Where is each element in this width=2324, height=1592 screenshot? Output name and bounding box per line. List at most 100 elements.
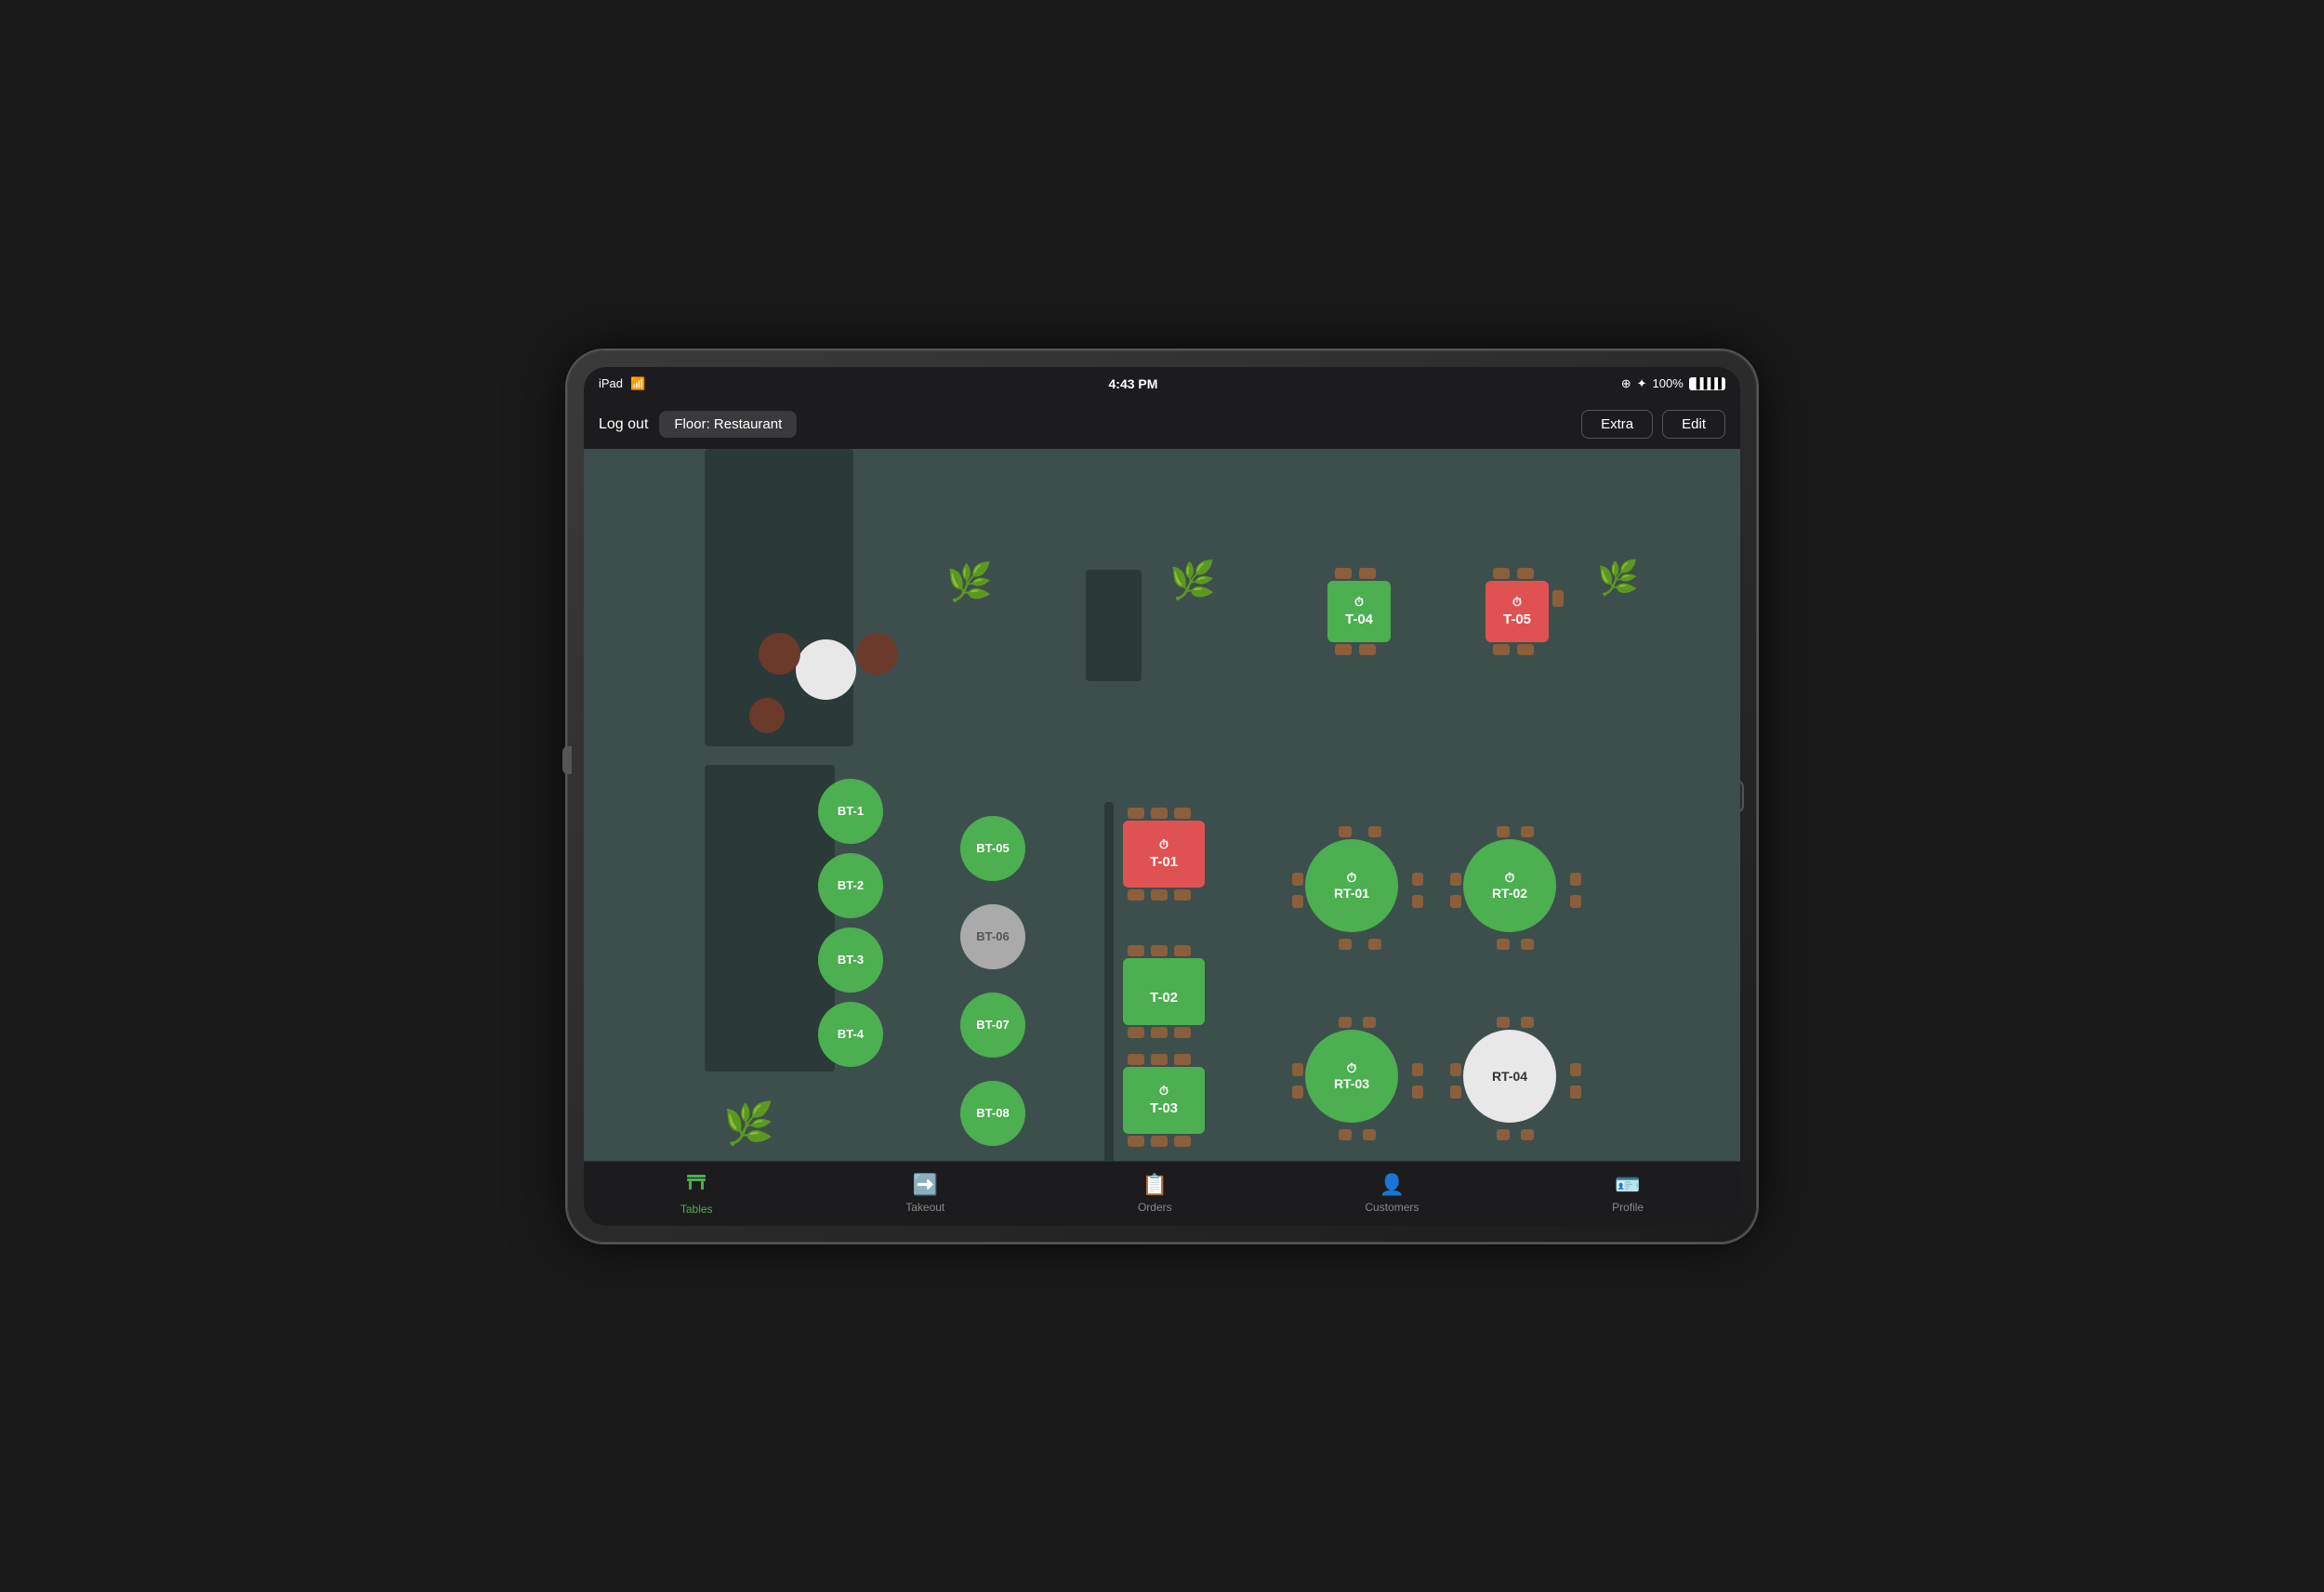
chair — [1493, 644, 1510, 655]
battery-icon: ▐▐▐▐ — [1689, 377, 1725, 390]
nav-tables-label: Tables — [680, 1203, 713, 1216]
clock-icon: ⏱ — [1347, 870, 1357, 886]
chair — [1335, 644, 1352, 655]
extra-button[interactable]: Extra — [1581, 410, 1653, 439]
clock-icon: ⏱ — [1159, 1084, 1169, 1099]
chair — [1521, 826, 1534, 837]
chair — [1517, 568, 1534, 579]
floor-label: Floor: Restaurant — [659, 411, 797, 438]
chair — [1493, 568, 1510, 579]
chair — [1570, 895, 1581, 908]
chair — [1368, 939, 1381, 950]
table-label: RT-01 — [1334, 886, 1369, 901]
ipad-screen: iPad 📶 4:43 PM ⊕ ✦ 100% ▐▐▐▐ Log out Flo… — [584, 367, 1740, 1226]
chair — [1339, 1017, 1352, 1028]
nav-customers[interactable]: 👤 Customers — [1346, 1167, 1437, 1219]
clock-icon: ⏱ — [1505, 870, 1515, 886]
chair — [1174, 889, 1191, 901]
chair — [1292, 1085, 1303, 1099]
table-bt3[interactable]: BT-3 — [818, 928, 883, 993]
table-bt07[interactable]: BT-07 — [960, 993, 1025, 1058]
table-bt4[interactable]: BT-4 — [818, 1002, 883, 1067]
seat-1 — [759, 633, 800, 675]
seat-3 — [749, 698, 785, 733]
chair — [1359, 568, 1376, 579]
chair — [1151, 808, 1168, 819]
room-divider-1 — [705, 449, 853, 746]
chair — [1412, 1063, 1423, 1076]
plant-2: 🌿 — [1169, 559, 1216, 602]
nav-orders[interactable]: 📋 Orders — [1119, 1167, 1191, 1219]
nav-profile-label: Profile — [1612, 1201, 1644, 1214]
chair — [1339, 826, 1352, 837]
chair — [1363, 1129, 1376, 1140]
customers-icon: 👤 — [1380, 1173, 1405, 1197]
chair — [1174, 1027, 1191, 1038]
table-bt08[interactable]: BT-08 — [960, 1081, 1025, 1146]
table-label: T-03 — [1150, 1100, 1178, 1116]
chair — [1128, 1054, 1144, 1065]
room-divider-3 — [705, 765, 835, 1072]
table-t05[interactable]: ⏱ T-05 — [1486, 581, 1549, 642]
plant-4: 🌿 — [723, 1099, 774, 1148]
nav-takeout[interactable]: ➡️ Takeout — [887, 1167, 963, 1219]
ipad-device: iPad 📶 4:43 PM ⊕ ✦ 100% ▐▐▐▐ Log out Flo… — [567, 350, 1757, 1243]
nav-takeout-label: Takeout — [905, 1201, 944, 1214]
chair — [1450, 895, 1461, 908]
chair — [1412, 1085, 1423, 1099]
table-rt01[interactable]: ⏱ RT-01 — [1305, 839, 1398, 932]
chair — [1339, 939, 1352, 950]
chair — [1497, 939, 1510, 950]
chair — [1552, 590, 1564, 607]
location-icon: ⊕ — [1621, 376, 1631, 391]
clock-icon: ⏱ — [1347, 1060, 1357, 1076]
chair — [1174, 1136, 1191, 1147]
status-time: 4:43 PM — [1109, 376, 1158, 391]
chair — [1521, 939, 1534, 950]
table-bt06[interactable]: BT-06 — [960, 904, 1025, 969]
table-label: RT-03 — [1334, 1076, 1369, 1091]
plant-1: 🌿 — [946, 560, 993, 604]
nav-profile[interactable]: 🪪 Profile — [1593, 1167, 1662, 1219]
table-label: T-04 — [1345, 612, 1373, 627]
wifi-icon: 📶 — [630, 376, 645, 391]
device-name: iPad — [599, 376, 623, 390]
chair — [1339, 1129, 1352, 1140]
orders-icon: 📋 — [1142, 1173, 1168, 1197]
table-t02[interactable]: T-02 — [1123, 958, 1205, 1025]
table-label: T-02 — [1150, 990, 1178, 1006]
lounge-table — [796, 639, 856, 700]
table-bt1[interactable]: BT-1 — [818, 779, 883, 844]
chair — [1151, 1136, 1168, 1147]
chair — [1151, 1054, 1168, 1065]
side-button — [562, 746, 572, 774]
table-label: T-01 — [1150, 854, 1178, 870]
table-bt2[interactable]: BT-2 — [818, 853, 883, 918]
chair — [1497, 826, 1510, 837]
chair — [1412, 873, 1423, 886]
table-t03[interactable]: ⏱ T-03 — [1123, 1067, 1205, 1134]
chair — [1335, 568, 1352, 579]
nav-tables[interactable]: Tables — [662, 1165, 732, 1221]
edit-button[interactable]: Edit — [1662, 410, 1725, 439]
clock-icon: ⏱ — [1512, 595, 1522, 610]
chair — [1174, 1054, 1191, 1065]
chair — [1521, 1017, 1534, 1028]
table-rt02[interactable]: ⏱ RT-02 — [1463, 839, 1556, 932]
table-t01[interactable]: ⏱ T-01 — [1123, 821, 1205, 888]
table-rt04[interactable]: RT-04 — [1463, 1030, 1556, 1123]
nav-customers-label: Customers — [1365, 1201, 1419, 1214]
chair — [1174, 808, 1191, 819]
status-bar: iPad 📶 4:43 PM ⊕ ✦ 100% ▐▐▐▐ — [584, 367, 1740, 401]
logout-button[interactable]: Log out — [599, 416, 648, 433]
chair — [1174, 945, 1191, 956]
table-t04[interactable]: ⏱ T-04 — [1327, 581, 1391, 642]
bottom-nav: Tables ➡️ Takeout 📋 Orders 👤 Customers 🪪… — [584, 1161, 1740, 1226]
clock-icon: ⏱ — [1159, 837, 1169, 852]
table-bt05[interactable]: BT-05 — [960, 816, 1025, 881]
chair — [1128, 1027, 1144, 1038]
table-rt03[interactable]: ⏱ RT-03 — [1305, 1030, 1398, 1123]
chair — [1497, 1129, 1510, 1140]
chair — [1412, 895, 1423, 908]
nav-orders-label: Orders — [1138, 1201, 1172, 1214]
